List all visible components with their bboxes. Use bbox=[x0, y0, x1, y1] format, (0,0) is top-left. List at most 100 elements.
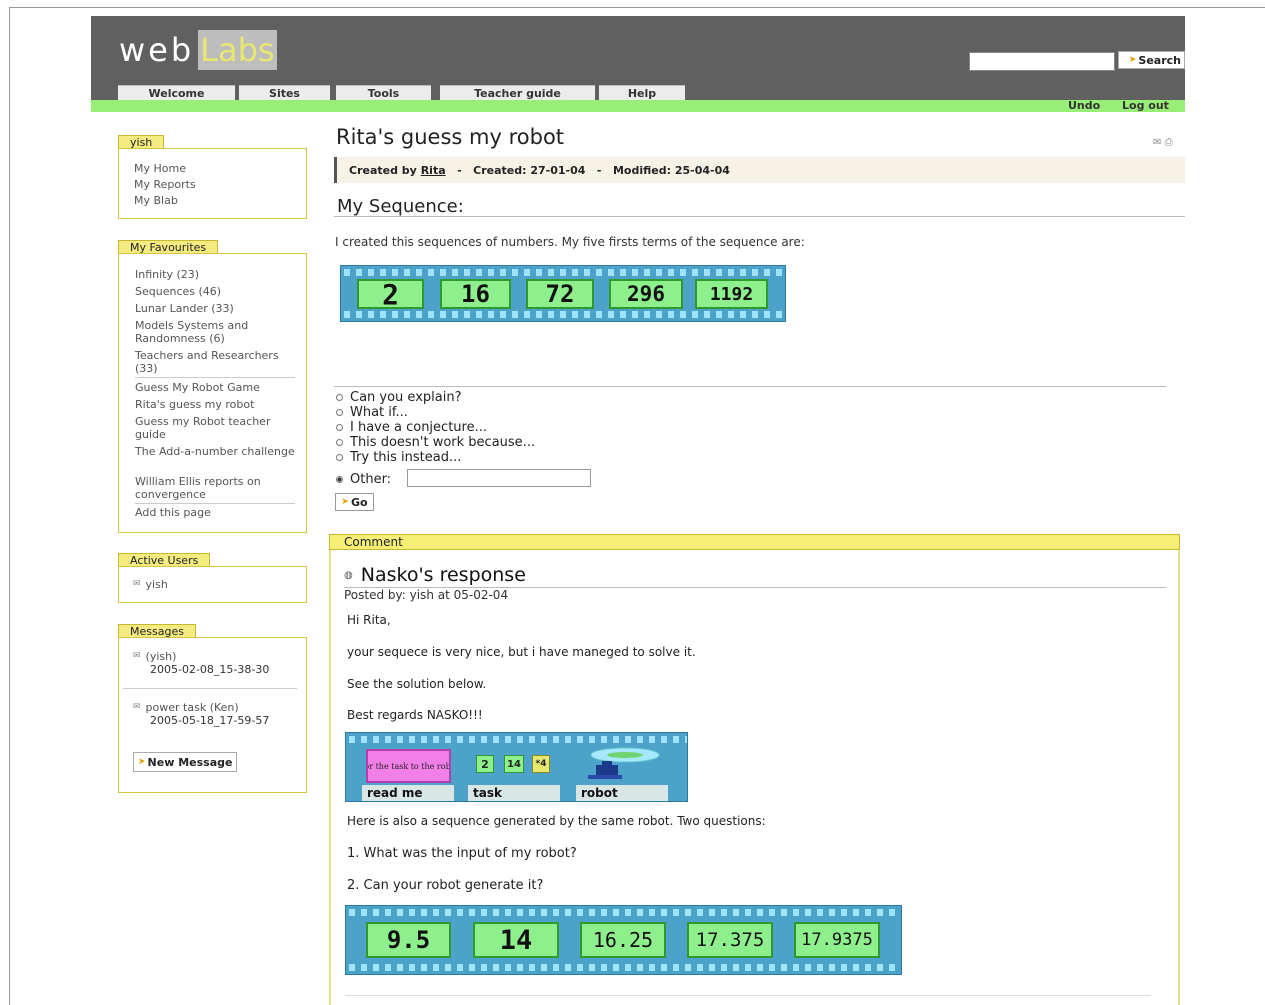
sequence2-term: 14 bbox=[473, 922, 559, 958]
readme-label[interactable]: read me bbox=[362, 785, 454, 801]
radio-button[interactable] bbox=[336, 454, 343, 461]
site-header: web Labs ➤ Search Welcome Sites Tools Te… bbox=[91, 16, 1185, 100]
print-icon[interactable]: ⎙ bbox=[1165, 137, 1173, 148]
intro-text: I created this sequences of numbers. My … bbox=[335, 235, 805, 249]
favourite-link-models-systems[interactable]: Models Systems and Randomness (6) bbox=[135, 319, 299, 345]
my-reports-link[interactable]: My Reports bbox=[134, 178, 196, 191]
messages-tab: Messages bbox=[118, 624, 196, 638]
my-blab-link[interactable]: My Blab bbox=[134, 194, 178, 207]
response-option[interactable]: Can you explain? bbox=[336, 390, 461, 405]
frame-border-left bbox=[9, 7, 10, 1005]
tab-welcome[interactable]: Welcome bbox=[118, 85, 235, 100]
widget-pattern-top bbox=[346, 909, 901, 916]
favourites-box: Infinity (23) Sequences (46) Lunar Lande… bbox=[118, 253, 307, 533]
response-heading: ◍ Nasko's response bbox=[344, 564, 526, 586]
favourites-divider bbox=[135, 503, 295, 504]
search-button[interactable]: ➤ Search bbox=[1118, 51, 1185, 69]
user-box-tab: yish bbox=[118, 135, 165, 149]
option-label: What if... bbox=[350, 405, 408, 420]
tab-help[interactable]: Help bbox=[599, 85, 685, 100]
radio-button[interactable] bbox=[336, 439, 343, 446]
task-value: 14 bbox=[504, 755, 524, 773]
sequence-widget[interactable]: 2 16 72 296 1192 bbox=[340, 265, 786, 322]
active-user-item[interactable]: ✉ yish bbox=[133, 578, 168, 591]
task-label[interactable]: task bbox=[468, 785, 560, 801]
my-home-link[interactable]: My Home bbox=[134, 162, 186, 175]
user-box: My Home My Reports My Blab bbox=[118, 148, 307, 219]
comment-paragraph: your sequece is very nice, but i have ma… bbox=[347, 645, 696, 659]
readme-box[interactable]: Cor the task to the robot bbox=[366, 749, 451, 783]
option-label: I have a conjecture... bbox=[350, 420, 487, 435]
frame-border-top bbox=[9, 7, 1265, 8]
favourite-link-guess-my-robot-teacher-guide[interactable]: Guess my Robot teacher guide bbox=[135, 415, 299, 441]
option-label: Can you explain? bbox=[350, 390, 462, 405]
sequence2-widget[interactable]: 9.5 14 16.25 17.375 17.9375 bbox=[345, 905, 902, 975]
page-tools: ✉ ⎙ bbox=[1153, 137, 1173, 148]
search-button-label: Search bbox=[1138, 53, 1181, 67]
user-action-bar: Undo Log out bbox=[91, 99, 1185, 112]
sequence2-term: 17.375 bbox=[687, 922, 773, 958]
tab-sites[interactable]: Sites bbox=[239, 85, 330, 100]
favourite-link-william-ellis[interactable]: William Ellis reports on convergence bbox=[135, 475, 299, 501]
favourites-tab: My Favourites bbox=[118, 240, 219, 254]
created-date: Created: 27-01-04 bbox=[473, 164, 586, 177]
radio-button-selected[interactable] bbox=[336, 476, 343, 483]
option-label: This doesn't work because... bbox=[350, 435, 536, 450]
favourite-link-guess-my-robot-game[interactable]: Guess My Robot Game bbox=[135, 381, 299, 394]
posted-by: Posted by: yish at 05-02-04 bbox=[344, 588, 509, 602]
favourite-link-teachers-researchers[interactable]: Teachers and Researchers (33) bbox=[135, 349, 299, 375]
active-user-name: yish bbox=[145, 578, 168, 591]
comment-paragraph: Hi Rita, bbox=[347, 613, 391, 627]
undo-link[interactable]: Undo bbox=[1068, 99, 1100, 112]
robot-icon bbox=[588, 747, 660, 779]
favourite-link-sequences[interactable]: Sequences (46) bbox=[135, 285, 299, 298]
sequence-term: 296 bbox=[609, 279, 683, 309]
arrow-icon: ➤ bbox=[1128, 55, 1137, 65]
radio-button[interactable] bbox=[336, 394, 343, 401]
message-header: ✉ (yish) bbox=[133, 650, 269, 663]
solution-widget[interactable]: Cor the task to the robot 2 14 *4 read m… bbox=[345, 732, 688, 802]
favourite-link-add-a-number[interactable]: The Add-a-number challenge bbox=[135, 445, 299, 458]
messages-box: ✉ (yish) 2005-02-08_15-38-30 ✉ power tas… bbox=[118, 637, 307, 793]
message-item[interactable]: ✉ power task (Ken) 2005-05-18_17-59-57 bbox=[133, 701, 269, 727]
option-label: Try this instead... bbox=[350, 450, 462, 465]
author-link[interactable]: Rita bbox=[421, 164, 446, 177]
page-meta-bar: Created by Rita - Created: 27-01-04 - Mo… bbox=[334, 157, 1185, 183]
email-page-icon[interactable]: ✉ bbox=[1153, 137, 1161, 148]
response-option[interactable]: This doesn't work because... bbox=[336, 435, 535, 450]
tab-tools[interactable]: Tools bbox=[336, 85, 431, 100]
new-message-button[interactable]: ➤ New Message bbox=[133, 752, 238, 772]
favourite-link-lunar-lander[interactable]: Lunar Lander (33) bbox=[135, 302, 299, 315]
speech-bubble-icon: ◍ bbox=[344, 569, 353, 581]
favourite-link-infinity[interactable]: Infinity (23) bbox=[135, 268, 299, 281]
option-label: Other: bbox=[350, 472, 392, 487]
page-title: Rita's guess my robot bbox=[336, 125, 565, 149]
favourite-link-ritas-guess-my-robot[interactable]: Rita's guess my robot bbox=[135, 398, 299, 411]
sequence-term: 16 bbox=[440, 279, 511, 309]
radio-button[interactable] bbox=[336, 409, 343, 416]
logo-web-text: web bbox=[119, 31, 195, 69]
search-input[interactable] bbox=[969, 52, 1115, 71]
sequence2-term: 17.9375 bbox=[794, 922, 880, 958]
go-button[interactable]: ➤ Go bbox=[335, 493, 374, 511]
response-option-other[interactable]: Other: bbox=[336, 472, 391, 487]
response-option[interactable]: What if... bbox=[336, 405, 408, 420]
message-header: ✉ power task (Ken) bbox=[133, 701, 269, 714]
logout-link[interactable]: Log out bbox=[1122, 99, 1169, 112]
other-text-input[interactable] bbox=[407, 469, 591, 487]
message-item[interactable]: ✉ (yish) 2005-02-08_15-38-30 bbox=[133, 650, 269, 676]
response-title: Nasko's response bbox=[360, 564, 526, 586]
sequence2-term: 9.5 bbox=[366, 922, 451, 958]
add-this-page-link[interactable]: Add this page bbox=[135, 506, 299, 519]
response-option[interactable]: Try this instead... bbox=[336, 450, 461, 465]
heading-rule bbox=[334, 216, 1185, 217]
tab-teacher-guide[interactable]: Teacher guide bbox=[440, 85, 595, 100]
widget-pattern-bottom bbox=[346, 964, 901, 971]
radio-button[interactable] bbox=[336, 424, 343, 431]
comment-bar: Comment bbox=[329, 534, 1180, 550]
robot-label[interactable]: robot bbox=[576, 785, 668, 801]
bottom-rule bbox=[345, 995, 1151, 996]
widget-pattern-top bbox=[346, 736, 687, 743]
response-option[interactable]: I have a conjecture... bbox=[336, 420, 487, 435]
weblabs-logo[interactable]: web Labs bbox=[119, 30, 277, 70]
